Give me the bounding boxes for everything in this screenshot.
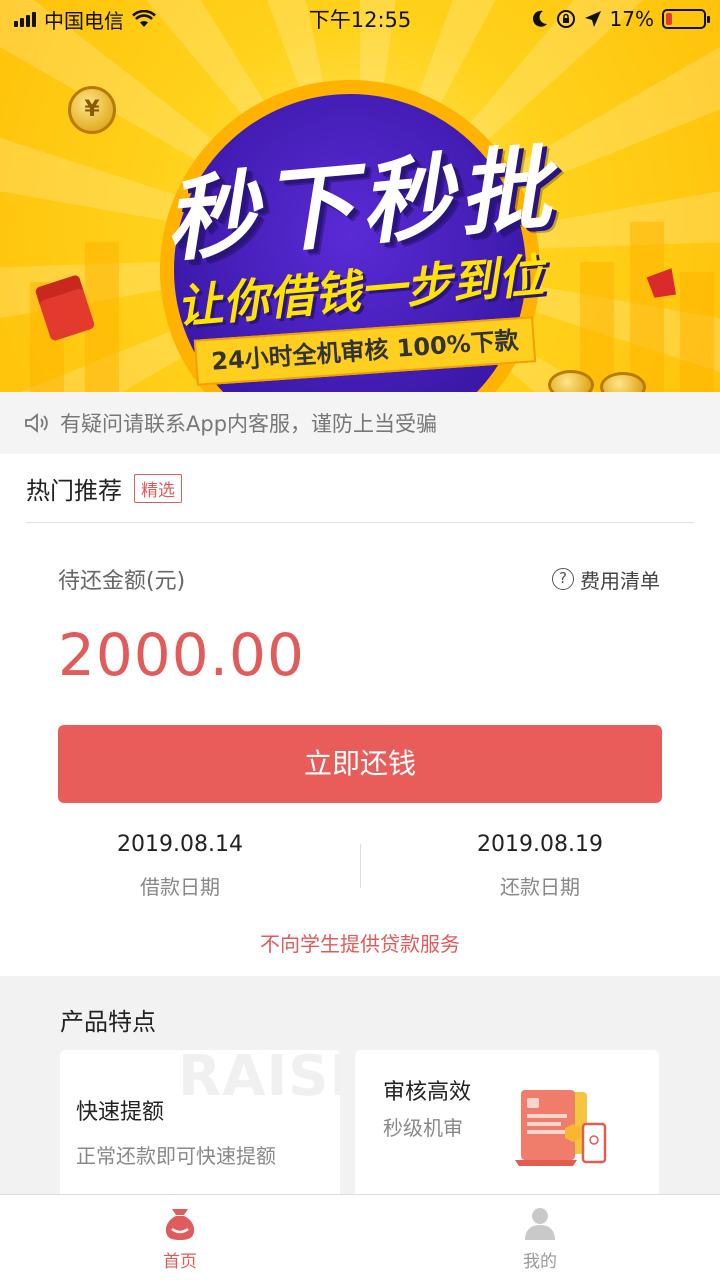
location-icon — [584, 11, 601, 27]
feature-card-quick-limit[interactable]: RAISE 快速提额 正常还款即可快速提额 — [60, 1050, 340, 1210]
tab-mine[interactable]: 我的 — [360, 1195, 720, 1280]
battery-percent: 17% — [609, 7, 654, 31]
repay-date-label: 还款日期 — [500, 875, 580, 899]
tab-mine-label: 我的 — [523, 1252, 557, 1272]
question-icon: ? — [552, 568, 574, 590]
feature-desc: 秒级机审 — [383, 1116, 463, 1140]
featured-tag: 精选 — [134, 473, 182, 503]
fee-list-label: 费用清单 — [580, 568, 660, 593]
signal-icon — [14, 11, 36, 27]
carrier-label: 中国电信 — [44, 8, 124, 33]
moon-icon — [532, 10, 547, 27]
feature-title: 审核高效 — [383, 1080, 472, 1105]
promo-banner[interactable]: ¥ 秒下秒批 让你借钱一步到位 24小时全机审核 100%下款 — [0, 0, 720, 392]
loan-card: 热门推荐 精选 待还金额(元) ? 费用清单 2000.00 立即还钱 2019… — [0, 454, 720, 976]
loan-dates: 2019.08.14 借款日期 2019.08.19 还款日期 — [0, 832, 720, 900]
bottom-tab-bar: 首页 我的 — [0, 1194, 720, 1280]
rotation-lock-icon — [556, 10, 575, 28]
date-divider — [360, 844, 361, 888]
amount-due: 2000.00 — [58, 621, 305, 689]
tab-home-label: 首页 — [163, 1252, 197, 1272]
borrow-date: 2019.08.14 — [117, 832, 243, 857]
section-title: 热门推荐 — [26, 476, 122, 505]
wifi-icon — [132, 10, 156, 27]
watermark-text: RAISE — [178, 1050, 340, 1109]
user-icon — [525, 1208, 555, 1240]
coin-icon — [548, 370, 594, 392]
repay-now-button[interactable]: 立即还钱 — [58, 725, 662, 803]
battery-icon — [662, 9, 710, 29]
student-notice: 不向学生提供贷款服务 — [260, 932, 460, 956]
fee-list-link[interactable]: ? 费用清单 — [552, 565, 660, 594]
speaker-icon — [25, 413, 48, 433]
document-phone-illustration — [515, 1090, 607, 1166]
product-features: 产品特点 RAISE 快速提额 正常还款即可快速提额 审核高效 秒级机审 — [0, 976, 720, 1210]
coin-icon: ¥ — [68, 86, 116, 134]
repay-date: 2019.08.19 — [477, 832, 603, 857]
amount-label: 待还金额(元) — [58, 569, 186, 594]
feature-card-fast-review[interactable]: 审核高效 秒级机审 — [355, 1050, 659, 1210]
section-header: 热门推荐 精选 — [0, 454, 720, 522]
money-bag-icon — [165, 1209, 195, 1240]
features-title: 产品特点 — [60, 1008, 156, 1036]
feature-desc: 正常还款即可快速提额 — [76, 1144, 276, 1168]
tab-home[interactable]: 首页 — [0, 1195, 360, 1280]
feature-title: 快速提额 — [76, 1100, 165, 1125]
notice-text: 有疑问请联系App内客服，谨防上当受骗 — [60, 412, 438, 436]
status-bar: 中国电信 下午12:55 17% — [0, 0, 720, 38]
battery-fill — [666, 13, 673, 25]
borrow-date-label: 借款日期 — [140, 875, 220, 899]
notice-bar: 有疑问请联系App内客服，谨防上当受骗 — [0, 392, 720, 454]
